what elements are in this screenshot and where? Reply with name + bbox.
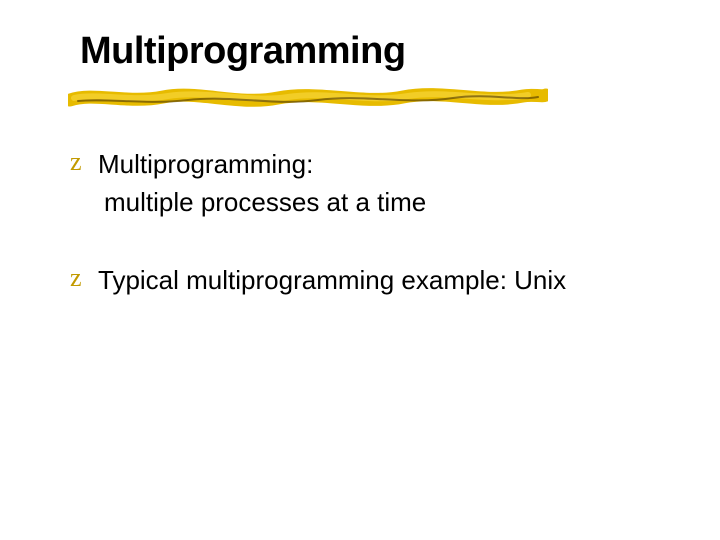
slide-body: z Multiprogramming: multiple processes a… xyxy=(70,145,670,339)
bullet-item: z Multiprogramming: multiple processes a… xyxy=(70,145,670,221)
title-underline xyxy=(68,86,548,108)
bullet-marker-icon: z xyxy=(70,261,98,295)
bullet-line: Multiprogramming: xyxy=(98,145,426,183)
brush-stroke-icon xyxy=(68,86,548,108)
slide-title: Multiprogramming xyxy=(80,30,640,73)
slide: Multiprogramming z Multiprogramming: mul… xyxy=(0,0,720,540)
bullet-text: Multiprogramming: multiple processes at … xyxy=(98,145,426,221)
bullet-item: z Typical multiprogramming example: Unix xyxy=(70,261,670,299)
bullet-line: Typical multiprogramming example: Unix xyxy=(98,261,566,299)
bullet-marker-icon: z xyxy=(70,145,98,179)
bullet-text: Typical multiprogramming example: Unix xyxy=(98,261,566,299)
bullet-line: multiple processes at a time xyxy=(98,183,426,221)
title-wrap: Multiprogramming xyxy=(80,30,640,73)
